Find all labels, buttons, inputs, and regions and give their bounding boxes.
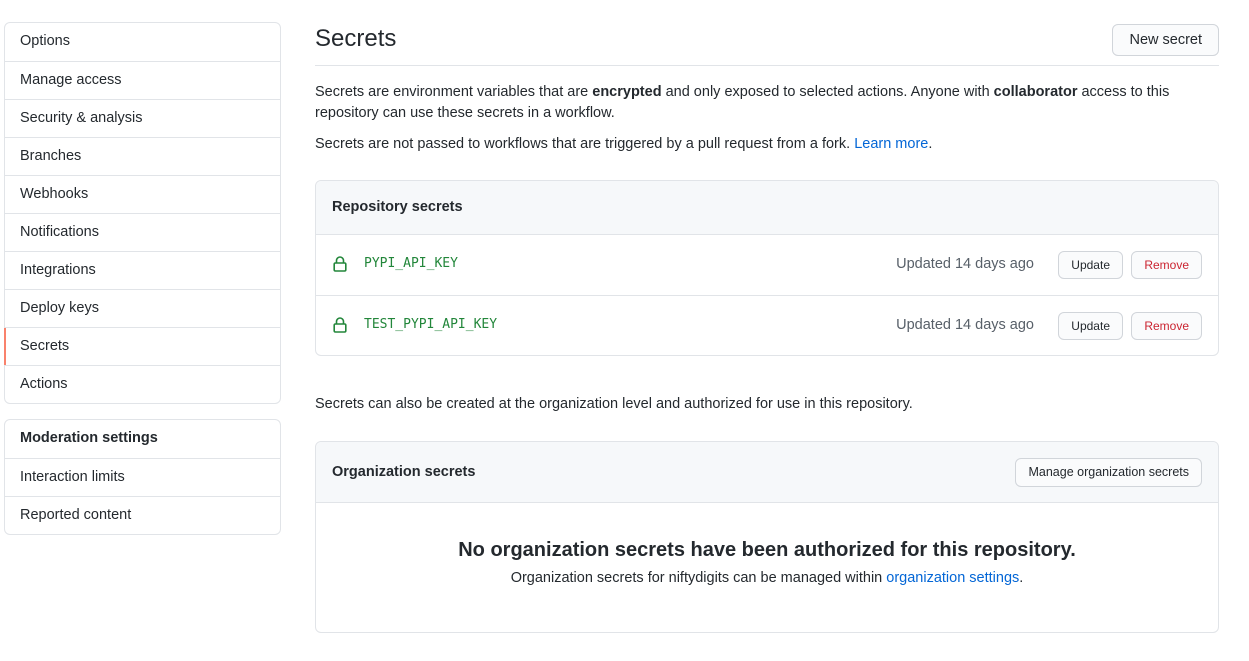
repository-secrets-header: Repository secrets [316, 181, 1218, 235]
sidebar-item-integrations[interactable]: Integrations [5, 251, 280, 289]
organization-secrets-title: Organization secrets [332, 464, 476, 480]
secret-updated-time: Updated 14 days ago [896, 317, 1034, 333]
sidebar-item-security-analysis[interactable]: Security & analysis [5, 99, 280, 137]
description-text: Secrets are environment variables that a… [315, 84, 593, 100]
sidebar-item-branches[interactable]: Branches [5, 137, 280, 175]
organization-secrets-box: Organization secrets Manage organization… [315, 441, 1219, 633]
secret-row: TEST_PYPI_API_KEY Updated 14 days ago Up… [316, 295, 1218, 355]
secret-name: PYPI_API_KEY [364, 256, 458, 271]
organization-note: Secrets can also be created at the organ… [315, 396, 913, 412]
page-title: Secrets [315, 25, 397, 52]
update-secret-button[interactable]: Update [1058, 312, 1123, 340]
sidebar-item-deploy-keys[interactable]: Deploy keys [5, 289, 280, 327]
sidebar-item-manage-access[interactable]: Manage access [5, 61, 280, 99]
new-secret-button[interactable]: New secret [1112, 24, 1219, 56]
sidebar-item-notifications[interactable]: Notifications [5, 213, 280, 251]
lock-icon [333, 317, 347, 333]
sidebar-item-webhooks[interactable]: Webhooks [5, 175, 280, 213]
sidebar-item-interaction-limits[interactable]: Interaction limits [5, 458, 280, 496]
page-header: Secrets New secret [315, 22, 1219, 66]
organization-settings-link[interactable]: organization settings [886, 570, 1019, 586]
blank-state-title: No organization secrets have been author… [458, 539, 1076, 561]
secrets-description: Secrets are environment variables that a… [315, 82, 1215, 124]
blank-state-text-end: . [1019, 570, 1024, 586]
sidebar-item-secrets[interactable]: Secrets [4, 327, 280, 365]
organization-secrets-header: Organization secrets Manage organization… [316, 442, 1218, 503]
blank-state-text-start: Organization secrets for niftydigits can… [510, 570, 887, 586]
description-emphasis-collaborator: collaborator [993, 84, 1078, 100]
moderation-settings-heading: Moderation settings [20, 430, 158, 446]
manage-organization-secrets-button[interactable]: Manage organization secrets [1015, 458, 1202, 487]
remove-secret-button[interactable]: Remove [1131, 312, 1202, 340]
description-text: and only exposed to selected actions. An… [661, 84, 994, 100]
blank-state-text: Organization secrets for niftydigits can… [316, 570, 1218, 586]
settings-page: Options Manage access Security & analysi… [0, 0, 1249, 661]
fork-note: Secrets are not passed to workflows that… [315, 134, 932, 155]
secret-name: TEST_PYPI_API_KEY [364, 317, 498, 332]
sidebar-item-options[interactable]: Options [5, 23, 280, 61]
settings-sidebar: Options Manage access Security & analysi… [4, 22, 281, 404]
remove-secret-button[interactable]: Remove [1131, 251, 1202, 279]
secret-row: PYPI_API_KEY Updated 14 days ago Update … [316, 235, 1218, 295]
learn-more-link[interactable]: Learn more [854, 136, 928, 152]
moderation-sidebar: Moderation settings Interaction limits R… [4, 419, 281, 535]
sidebar-item-actions[interactable]: Actions [5, 365, 280, 403]
lock-icon [333, 256, 347, 272]
description-emphasis-encrypted: encrypted [592, 84, 662, 100]
update-secret-button[interactable]: Update [1058, 251, 1123, 279]
sidebar-item-reported-content[interactable]: Reported content [5, 496, 280, 534]
repository-secrets-box: Repository secrets PYPI_API_KEY Updated … [315, 180, 1219, 356]
fork-note-end: . [928, 136, 933, 152]
fork-note-text: Secrets are not passed to workflows that… [315, 136, 855, 152]
repository-secrets-title: Repository secrets [332, 199, 463, 215]
secret-updated-time: Updated 14 days ago [896, 256, 1034, 272]
